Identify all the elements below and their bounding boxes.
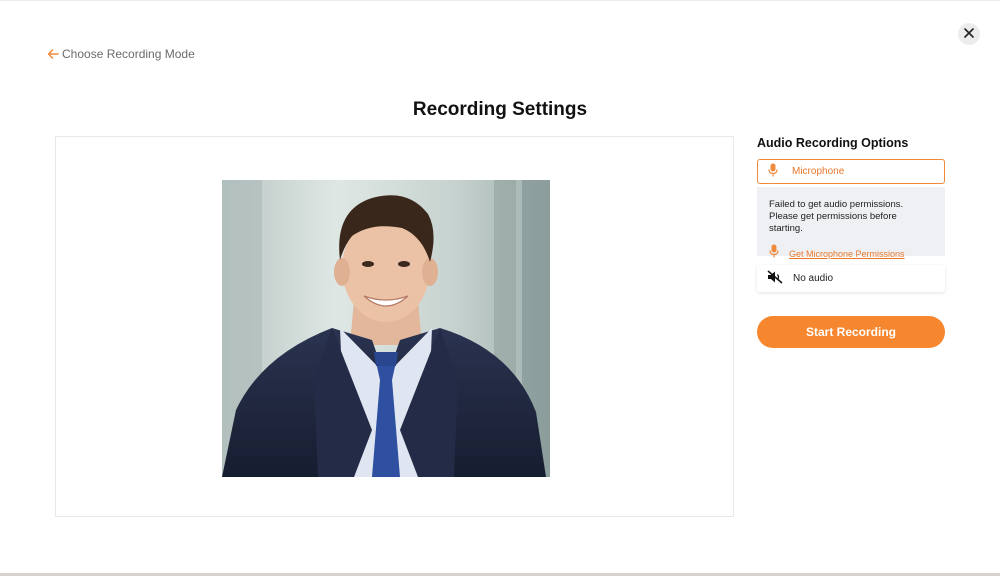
camera-feed-image xyxy=(222,180,550,477)
close-icon xyxy=(964,25,974,43)
microphone-icon xyxy=(768,163,778,180)
no-audio-label: No audio xyxy=(793,273,834,284)
back-link-label: Choose Recording Mode xyxy=(62,47,195,61)
permission-error-panel: Failed to get audio permissions. Please … xyxy=(757,187,945,259)
permission-error-message: Failed to get audio permissions. Please … xyxy=(769,199,904,234)
permission-link-row[interactable]: Get Microphone Permissions xyxy=(769,244,933,263)
camera-feed xyxy=(222,180,550,477)
back-link[interactable]: Choose Recording Mode xyxy=(47,47,195,61)
close-button[interactable] xyxy=(958,23,980,45)
arrow-left-icon xyxy=(47,48,59,60)
start-recording-button[interactable]: Start Recording xyxy=(757,316,945,348)
audio-options-panel: Audio Recording Options Microphone Faile… xyxy=(757,135,945,348)
audio-options-heading: Audio Recording Options xyxy=(757,136,909,150)
microphone-option[interactable]: Microphone xyxy=(757,159,945,184)
page-title: Recording Settings xyxy=(412,99,588,120)
camera-preview-panel xyxy=(55,136,734,517)
microphone-icon xyxy=(769,244,779,263)
microphone-label: Microphone xyxy=(792,166,845,177)
speaker-muted-icon xyxy=(767,270,783,287)
recording-settings-page: Choose Recording Mode Recording Settings xyxy=(0,0,1000,576)
get-microphone-permissions-link[interactable]: Get Microphone Permissions xyxy=(789,249,905,259)
no-audio-option[interactable]: No audio xyxy=(757,265,945,292)
